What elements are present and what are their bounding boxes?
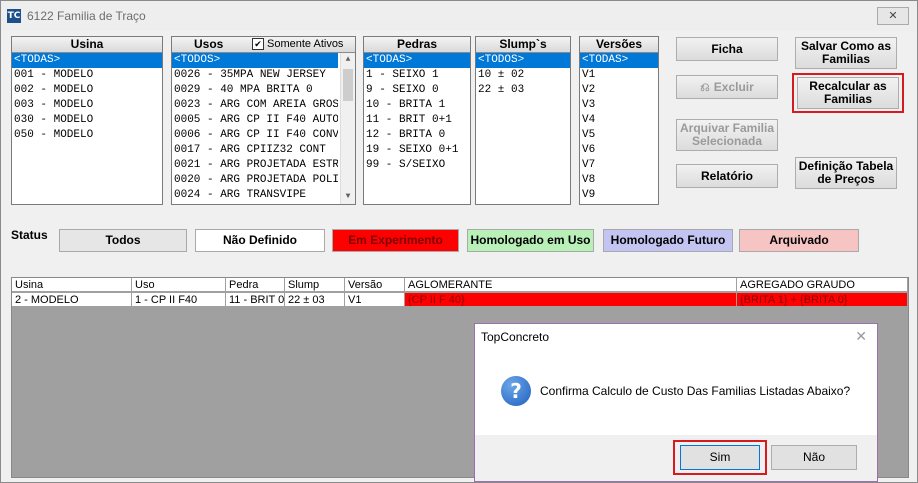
grid-header-row: Usina Uso Pedra Slump Versão AGLOMERANTE AGREG…	[12, 278, 908, 292]
grid-cell: {CP II F 40}	[405, 293, 737, 307]
versoes-list-item[interactable]: V1	[580, 68, 658, 83]
versoes-list-item[interactable]: V4	[580, 113, 658, 128]
definicao-tabela-precos-button[interactable]: Definição Tabela de Preços	[795, 157, 897, 189]
pedras-list-item[interactable]: 99 - S/SEIXO	[364, 158, 470, 173]
pedras-list-item[interactable]: 11 - BRIT 0+1	[364, 113, 470, 128]
window-close-button[interactable]: ✕	[877, 7, 909, 25]
status-filter-button[interactable]: Homologado em Uso	[467, 229, 594, 252]
usina-list-header: Usina	[12, 37, 162, 53]
usos-list-item[interactable]: 0020 - ARG PROJETADA POLIMERO	[172, 173, 338, 188]
usos-list-item[interactable]: 0017 - ARG CPIIZ32 CONT	[172, 143, 338, 158]
usos-list-item[interactable]: 0023 - ARG COM AREIA GROSSA	[172, 98, 338, 113]
slumps-list[interactable]: Slump`s <TODOS> 10 ± 02 22 ± 03	[475, 36, 571, 205]
pedras-list[interactable]: Pedras <TODAS> 1 - SEIXO 19 - SEIXO 0 10 -…	[363, 36, 471, 205]
usos-scrollbar[interactable]: ▲ ▼	[340, 53, 355, 204]
usos-list[interactable]: Usos ✔ Somente Ativos <TODOS> 0026 - 35MPA…	[171, 36, 356, 205]
checkbox-check-icon: ✔	[252, 38, 264, 51]
salvar-como-familias-button[interactable]: Salvar Como as Familias	[795, 37, 897, 69]
dialog-title: TopConcreto	[481, 330, 550, 344]
versoes-list-item[interactable]: V2	[580, 83, 658, 98]
somente-ativos-checkbox[interactable]: ✔ Somente Ativos	[252, 37, 343, 52]
excluir-label: Excluir	[713, 79, 754, 94]
grid-cell: 1 - CP II F40	[132, 293, 226, 307]
grid-column-header[interactable]: Uso	[132, 278, 226, 292]
usos-list-item[interactable]: <TODOS>	[172, 53, 338, 68]
grid-cell: 2 - MODELO	[12, 293, 132, 307]
grid-cell: {BRITA 1} + {BRITA 0}	[737, 293, 908, 307]
usos-list-item[interactable]: 0024 - ARG TRANSVIPE	[172, 188, 338, 203]
window-title: 6122 Familia de Traço	[27, 9, 146, 23]
pedras-list-item[interactable]: 10 - BRITA 1	[364, 98, 470, 113]
status-filter-button[interactable]: Todos	[59, 229, 187, 252]
usina-list-item[interactable]: 050 - MODELO	[12, 128, 162, 143]
pedras-list-item[interactable]: 19 - SEIXO 0+1	[364, 143, 470, 158]
usina-list[interactable]: Usina <TODAS> 001 - MODELO 002 - MODELO 003…	[11, 36, 163, 205]
slumps-list-header: Slump`s	[476, 37, 570, 53]
arquivar-familia-button[interactable]: Arquivar Familia Selecionada	[676, 119, 778, 151]
slumps-list-item[interactable]: 10 ± 02	[476, 68, 570, 83]
versoes-list-header: Versões	[580, 37, 658, 53]
versoes-list-item[interactable]: V3	[580, 98, 658, 113]
excluir-button[interactable]: ⎌ Excluir	[676, 75, 778, 99]
usos-list-item[interactable]: 0006 - ARG CP II F40 CONV	[172, 128, 338, 143]
dialog-message: Confirma Calculo de Custo Das Familias L…	[540, 384, 851, 398]
grid-cell: V1	[345, 293, 405, 307]
versoes-list-item[interactable]: V9	[580, 188, 658, 203]
usos-list-header: Usos ✔ Somente Ativos	[172, 37, 355, 53]
grid-column-header[interactable]: Usina	[12, 278, 132, 292]
grid-column-header[interactable]: AGLOMERANTE	[405, 278, 737, 292]
scroll-up-icon[interactable]: ▲	[341, 53, 355, 67]
confirm-dialog: TopConcreto ✕ ? Confirma Calculo de Cust…	[474, 323, 878, 482]
grid-cell: 11 - BRIT 0	[226, 293, 285, 307]
usina-list-item[interactable]: 030 - MODELO	[12, 113, 162, 128]
status-filter-button[interactable]: Arquivado	[739, 229, 859, 252]
grid-cell: 22 ± 03	[285, 293, 345, 307]
scroll-down-icon[interactable]: ▼	[341, 190, 355, 204]
pedras-list-header: Pedras	[364, 37, 470, 53]
pedras-list-item[interactable]: 9 - SEIXO 0	[364, 83, 470, 98]
versoes-list-item[interactable]: V8	[580, 173, 658, 188]
versoes-list-item[interactable]: V6	[580, 143, 658, 158]
sim-highlight-box	[673, 440, 767, 475]
app-icon: TC	[7, 9, 21, 23]
recalcular-highlight-box	[792, 73, 904, 113]
grid-column-header[interactable]: AGREGADO GRAUDO	[737, 278, 908, 292]
usos-list-item[interactable]: 0029 - 40 MPA BRITA 0	[172, 83, 338, 98]
slumps-list-item[interactable]: <TODOS>	[476, 53, 570, 68]
pedras-list-item[interactable]: <TODAS>	[364, 53, 470, 68]
usos-list-item[interactable]: 0026 - 35MPA NEW JERSEY	[172, 68, 338, 83]
pedras-list-item[interactable]: 12 - BRITA 0	[364, 128, 470, 143]
usina-list-item[interactable]: 003 - MODELO	[12, 98, 162, 113]
versoes-list-item[interactable]: <TODAS>	[580, 53, 658, 68]
usos-list-item[interactable]: 0005 - ARG CP II F40 AUTO	[172, 113, 338, 128]
question-icon: ?	[501, 376, 531, 406]
relatorio-button[interactable]: Relatório	[676, 164, 778, 188]
versoes-list-item[interactable]: V7	[580, 158, 658, 173]
status-filter-button[interactable]: Em Experimento	[332, 229, 459, 252]
ficha-button[interactable]: Ficha	[676, 37, 778, 61]
usina-list-item[interactable]: <TODAS>	[12, 53, 162, 68]
status-label: Status	[11, 228, 48, 242]
grid-row[interactable]: 2 - MODELO 1 - CP II F40 11 - BRIT 0 22 ± 0…	[12, 293, 908, 307]
usos-header-label: Usos	[194, 37, 224, 51]
excluir-icon: ⎌	[700, 79, 710, 94]
scroll-thumb[interactable]	[343, 69, 353, 101]
grid-column-header[interactable]: Slump	[285, 278, 345, 292]
grid-column-header[interactable]: Pedra	[226, 278, 285, 292]
pedras-list-item[interactable]: 1 - SEIXO 1	[364, 68, 470, 83]
slumps-list-item[interactable]: 22 ± 03	[476, 83, 570, 98]
versoes-list-item[interactable]: V5	[580, 128, 658, 143]
usina-list-item[interactable]: 001 - MODELO	[12, 68, 162, 83]
nao-button[interactable]: Não	[771, 445, 857, 470]
grid-column-header[interactable]: Versão	[345, 278, 405, 292]
dialog-close-icon[interactable]: ✕	[855, 328, 867, 345]
main-window: TC 6122 Familia de Traço ✕ Usina <TODAS>…	[0, 0, 918, 483]
somente-ativos-label: Somente Ativos	[267, 38, 344, 50]
versoes-list[interactable]: Versões <TODAS> V1 V2 V3 V4 V5 V6 V7 V8 V9	[579, 36, 659, 205]
status-filter-button[interactable]: Não Definido	[195, 229, 325, 252]
usos-list-item[interactable]: 0021 - ARG PROJETADA ESTRUTURAL	[172, 158, 338, 173]
status-filter-button[interactable]: Homologado Futuro	[603, 229, 733, 252]
usina-list-item[interactable]: 002 - MODELO	[12, 83, 162, 98]
title-bar: TC 6122 Familia de Traço ✕	[1, 1, 917, 31]
